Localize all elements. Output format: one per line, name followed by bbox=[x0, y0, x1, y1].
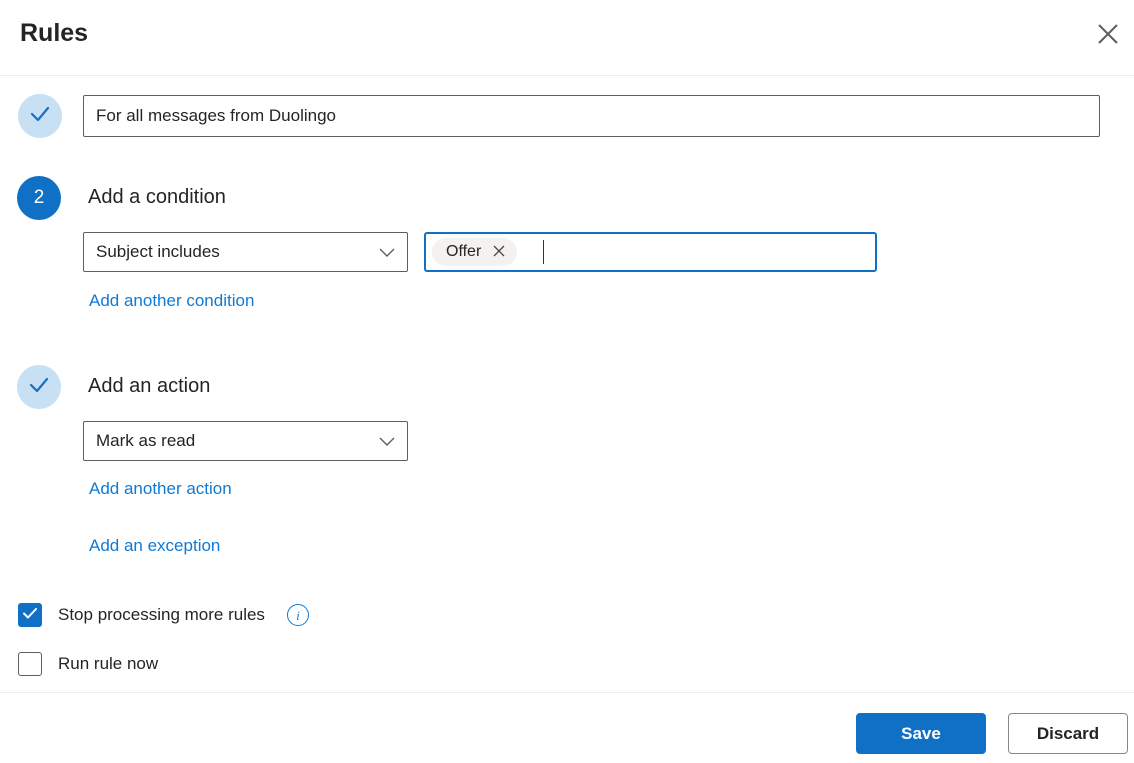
condition-tag-label: Offer bbox=[446, 243, 482, 260]
remove-tag-button[interactable] bbox=[493, 245, 505, 260]
add-another-action-link[interactable]: Add another action bbox=[89, 479, 232, 499]
run-rule-now-checkbox[interactable] bbox=[18, 652, 42, 676]
footer-divider bbox=[0, 692, 1134, 693]
step-3-complete-indicator bbox=[17, 365, 61, 409]
rule-name-input[interactable] bbox=[83, 95, 1100, 137]
run-rule-now-row: Run rule now bbox=[18, 652, 158, 676]
add-another-condition-link[interactable]: Add another condition bbox=[89, 291, 254, 311]
checkmark-icon bbox=[23, 606, 37, 624]
chevron-down-icon bbox=[379, 431, 395, 451]
save-button[interactable]: Save bbox=[856, 713, 986, 754]
dialog-title: Rules bbox=[20, 19, 89, 47]
header-divider bbox=[0, 75, 1134, 76]
text-cursor bbox=[543, 240, 545, 264]
stop-processing-label: Stop processing more rules bbox=[58, 605, 265, 624]
checkmark-icon bbox=[29, 377, 49, 398]
discard-button[interactable]: Discard bbox=[1008, 713, 1128, 754]
stop-processing-row: Stop processing more rules i bbox=[18, 603, 309, 627]
add-an-exception-link[interactable]: Add an exception bbox=[89, 536, 220, 556]
condition-operator-value: Subject includes bbox=[96, 242, 220, 261]
close-button[interactable] bbox=[1088, 15, 1128, 55]
close-icon bbox=[493, 245, 505, 260]
run-rule-now-label: Run rule now bbox=[58, 654, 159, 673]
action-operator-select[interactable]: Mark as read bbox=[83, 421, 408, 461]
step-2-number: 2 bbox=[33, 187, 45, 208]
stop-processing-checkbox[interactable] bbox=[18, 603, 42, 627]
close-icon bbox=[1097, 23, 1119, 48]
action-operator-value: Mark as read bbox=[96, 431, 196, 450]
action-heading: Add an action bbox=[88, 375, 211, 397]
chevron-down-icon bbox=[379, 242, 395, 262]
rules-dialog: Rules 2 Add a condition Subject includes… bbox=[0, 0, 1134, 763]
checkmark-icon bbox=[30, 106, 50, 127]
info-icon[interactable]: i bbox=[286, 604, 309, 626]
step-2-indicator: 2 bbox=[17, 176, 61, 220]
condition-tag: Offer bbox=[432, 238, 518, 266]
condition-operator-select[interactable]: Subject includes bbox=[83, 232, 408, 272]
step-1-complete-indicator bbox=[18, 94, 62, 138]
condition-heading: Add a condition bbox=[88, 186, 226, 208]
condition-value-input[interactable]: Offer bbox=[424, 232, 877, 272]
